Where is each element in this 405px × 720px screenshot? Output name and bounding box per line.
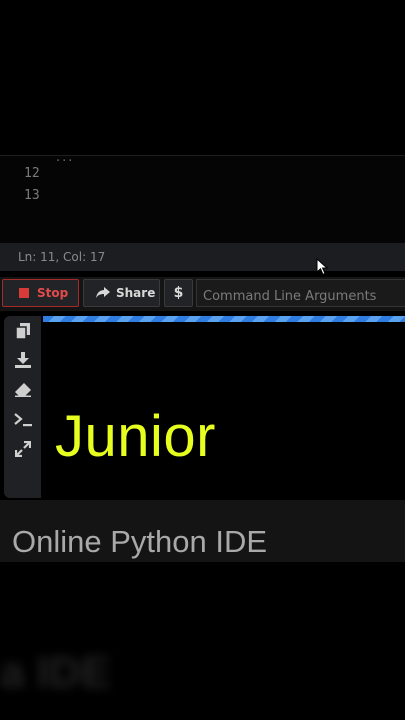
line-number-13: 13 [24,188,40,203]
partial-code-line: ... [56,150,75,165]
expand-icon[interactable] [14,440,32,458]
args-prefix-button[interactable]: $ [164,279,193,307]
stop-button[interactable]: Stop [2,279,79,307]
stop-label: Stop [37,286,69,300]
dollar-label: $ [173,285,184,301]
mouse-pointer-icon [316,258,329,276]
eraser-icon[interactable] [14,381,32,399]
editor-status-bar: Ln: 11, Col: 17 [0,243,405,271]
cursor-position: Ln: 11, Col: 17 [18,250,106,264]
share-arrow-icon [96,287,110,298]
code-editor[interactable]: ... 12 13 [0,150,405,244]
output-sidebar [4,316,41,498]
overlay-caption: Junior [55,404,216,469]
blurred-background-text: a IDE [0,648,111,697]
page-title: Online Python IDE [12,524,268,559]
terminal-icon[interactable] [14,411,32,429]
download-icon[interactable] [14,351,32,369]
copy-icon[interactable] [14,322,32,340]
share-label: Share [116,286,156,300]
stop-icon [19,288,29,298]
execution-progress-bar [43,316,405,322]
command-line-arguments-input[interactable] [196,279,405,307]
line-number-12: 12 [24,166,40,181]
share-button[interactable]: Share [83,279,160,307]
